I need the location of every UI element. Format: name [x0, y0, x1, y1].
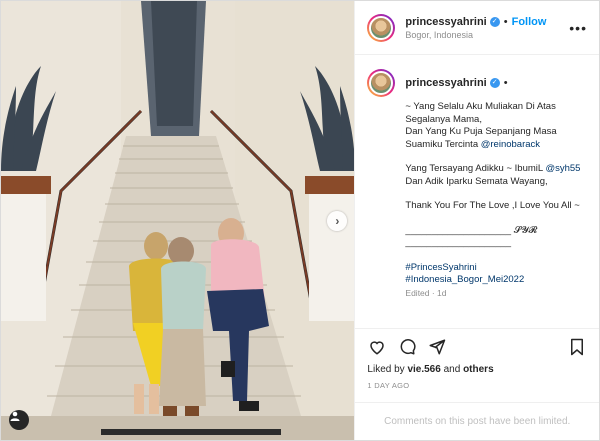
- header-username[interactable]: princessyahrini: [405, 16, 486, 28]
- avatar[interactable]: [367, 13, 396, 42]
- post-dialog: › princessyahrini ✓ • Follow Bogor, Indo…: [0, 0, 600, 441]
- caption-separator: •: [503, 77, 508, 89]
- caption-avatar[interactable]: [367, 69, 396, 97]
- bookmark-icon: [571, 338, 583, 355]
- caption-text: ~ Yang Selalu Aku Muliakan Di Atas Segal…: [405, 101, 587, 299]
- follow-button[interactable]: Follow: [512, 16, 547, 28]
- mention-link[interactable]: @reinobarack: [481, 139, 540, 150]
- chevron-right-icon: ›: [335, 214, 340, 228]
- location-link[interactable]: Bogor, Indonesia: [405, 30, 569, 40]
- comments-disabled-notice: Comments on this post have been limited.: [355, 402, 599, 440]
- hashtag-link[interactable]: #PrincesSyahrini: [405, 262, 476, 273]
- caption-line: ~ Yang Selalu Aku Muliakan Di Atas: [405, 101, 556, 112]
- caption-line-text: Yang Tersayang Adikku ~ IbumiL: [405, 163, 546, 174]
- mention-link[interactable]: @syh55: [545, 163, 580, 174]
- share-button[interactable]: [427, 337, 447, 357]
- liked-by-user-link[interactable]: vie.566: [407, 364, 440, 375]
- hashtag-link[interactable]: #Indonesia_Bogor_Mei2022: [405, 274, 524, 285]
- likes-prefix: Liked by: [367, 364, 408, 375]
- caption-section: princessyahrini ✓ • ~ Yang Selalu Aku Mu…: [355, 55, 599, 328]
- caption-line: ____________________ 𝓢𝓨𝓡: [405, 224, 538, 236]
- post-header: princessyahrini ✓ • Follow Bogor, Indone…: [355, 1, 599, 55]
- post-time[interactable]: 1 DAY AGO: [355, 375, 599, 390]
- verified-badge-icon: ✓: [489, 78, 500, 88]
- edited-timestamp: Edited · 1d: [405, 287, 447, 298]
- caption-line: Suamiku Tercinta @reinobarack: [405, 139, 587, 152]
- heart-icon: [370, 340, 385, 355]
- like-button[interactable]: [367, 337, 387, 357]
- post-photo[interactable]: ›: [1, 1, 355, 440]
- send-icon: [429, 339, 446, 354]
- likes-summary: Liked by vie.566 and others: [355, 364, 599, 375]
- likes-others-link[interactable]: others: [463, 364, 494, 375]
- verified-badge-icon: ✓: [489, 16, 500, 27]
- user-tag-button[interactable]: [9, 410, 29, 430]
- header-separator: •: [503, 15, 508, 28]
- action-bar: [355, 328, 599, 364]
- post-sidebar: princessyahrini ✓ • Follow Bogor, Indone…: [354, 1, 599, 440]
- likes-and: and: [440, 364, 464, 375]
- caption-line: Dan Adik Iparku Semata Wayang,: [405, 175, 548, 187]
- user-tag-icon: [10, 411, 20, 421]
- caption-username[interactable]: princessyahrini: [405, 77, 486, 89]
- caption-line: Dan Yang Ku Puja Sepanjang Masa: [405, 126, 557, 137]
- staircase-photo: [1, 1, 355, 440]
- caption-line: ____________________: [405, 237, 512, 248]
- caption-line: Segalanya Mama,: [405, 113, 482, 125]
- caption-line-text: Suamiku Tercinta: [405, 138, 481, 150]
- caption-line: Yang Tersayang Adikku ~ IbumiL @syh55: [405, 163, 587, 176]
- comment-button[interactable]: [397, 337, 417, 357]
- comment-icon: [401, 338, 416, 354]
- more-options-button[interactable]: •••: [569, 20, 587, 36]
- caption-line: Thank You For The Love ,I Love You All ~: [405, 200, 580, 211]
- save-button[interactable]: [567, 337, 587, 357]
